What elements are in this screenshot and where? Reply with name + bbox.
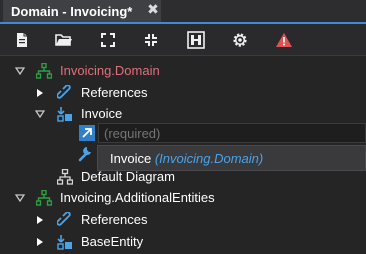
- errors-button[interactable]: [272, 28, 296, 52]
- chevron-down-icon[interactable]: [15, 193, 25, 203]
- tab-domain-invoicing[interactable]: Domain - Invoicing* ✖: [3, 0, 161, 22]
- class-entity-icon: [57, 235, 72, 250]
- suggestion-package: (Invoicing.Domain): [154, 151, 264, 166]
- tree-node-label: Invoice: [81, 106, 123, 121]
- expand-all-icon: [101, 33, 115, 47]
- open-folder-icon: [55, 34, 72, 46]
- association-arrow-icon: [79, 125, 95, 141]
- package-icon: [36, 190, 52, 206]
- designer-toolbar: [0, 24, 366, 56]
- link-icon: [57, 85, 71, 99]
- type-suggestion-dropdown: Invoice (Invoicing.Domain): [97, 145, 366, 171]
- suggestion-item[interactable]: Invoice (Invoicing.Domain): [110, 151, 263, 167]
- association-editor: [75, 122, 366, 144]
- close-icon[interactable]: ✖: [146, 3, 160, 17]
- chevron-down-icon[interactable]: [35, 109, 45, 119]
- document-tab-strip: Domain - Invoicing* ✖: [0, 0, 366, 24]
- settings-gear-icon: [233, 33, 247, 47]
- error-warning-icon: [276, 33, 292, 47]
- collapse-all-button[interactable]: [139, 28, 163, 52]
- tree-node-label: Invoicing.Domain: [60, 63, 160, 78]
- tab-title: Domain - Invoicing*: [11, 3, 133, 19]
- diagram-view-icon: [187, 31, 205, 49]
- collapse-all-icon: [145, 34, 157, 46]
- tree-node-label: References: [81, 212, 148, 227]
- expand-all-button[interactable]: [96, 28, 120, 52]
- tree-node-invoicing-additionalentities[interactable]: Invoicing.AdditionalEntities: [0, 187, 366, 209]
- package-icon: [36, 63, 52, 79]
- tree-node-label: Default Diagram: [81, 169, 175, 184]
- association-type-input[interactable]: [98, 123, 366, 143]
- wrench-icon: [78, 147, 91, 162]
- diagram-view-button[interactable]: [184, 28, 208, 52]
- chevron-right-icon[interactable]: [35, 237, 45, 247]
- chevron-down-icon[interactable]: [15, 66, 25, 76]
- tree-node-label: References: [81, 85, 148, 100]
- settings-button[interactable]: [228, 28, 252, 52]
- new-document-icon: [17, 33, 27, 47]
- tree-node-label: BaseEntity: [81, 234, 144, 249]
- chevron-right-icon[interactable]: [35, 215, 45, 225]
- new-document-button[interactable]: [10, 28, 34, 52]
- diagram-icon: [57, 169, 73, 185]
- tree-node-references[interactable]: References: [0, 82, 366, 104]
- suggestion-name: Invoice: [110, 151, 152, 166]
- tree-node-label: Invoicing.AdditionalEntities: [60, 190, 215, 205]
- open-button[interactable]: [52, 28, 76, 52]
- chevron-right-icon[interactable]: [35, 88, 45, 98]
- tree-node-references[interactable]: References: [0, 209, 366, 231]
- link-icon: [57, 212, 71, 226]
- class-entity-icon: [57, 107, 72, 122]
- tree-node-invoicing-domain[interactable]: Invoicing.Domain: [0, 60, 366, 82]
- tree-node-baseentity[interactable]: BaseEntity: [0, 231, 366, 253]
